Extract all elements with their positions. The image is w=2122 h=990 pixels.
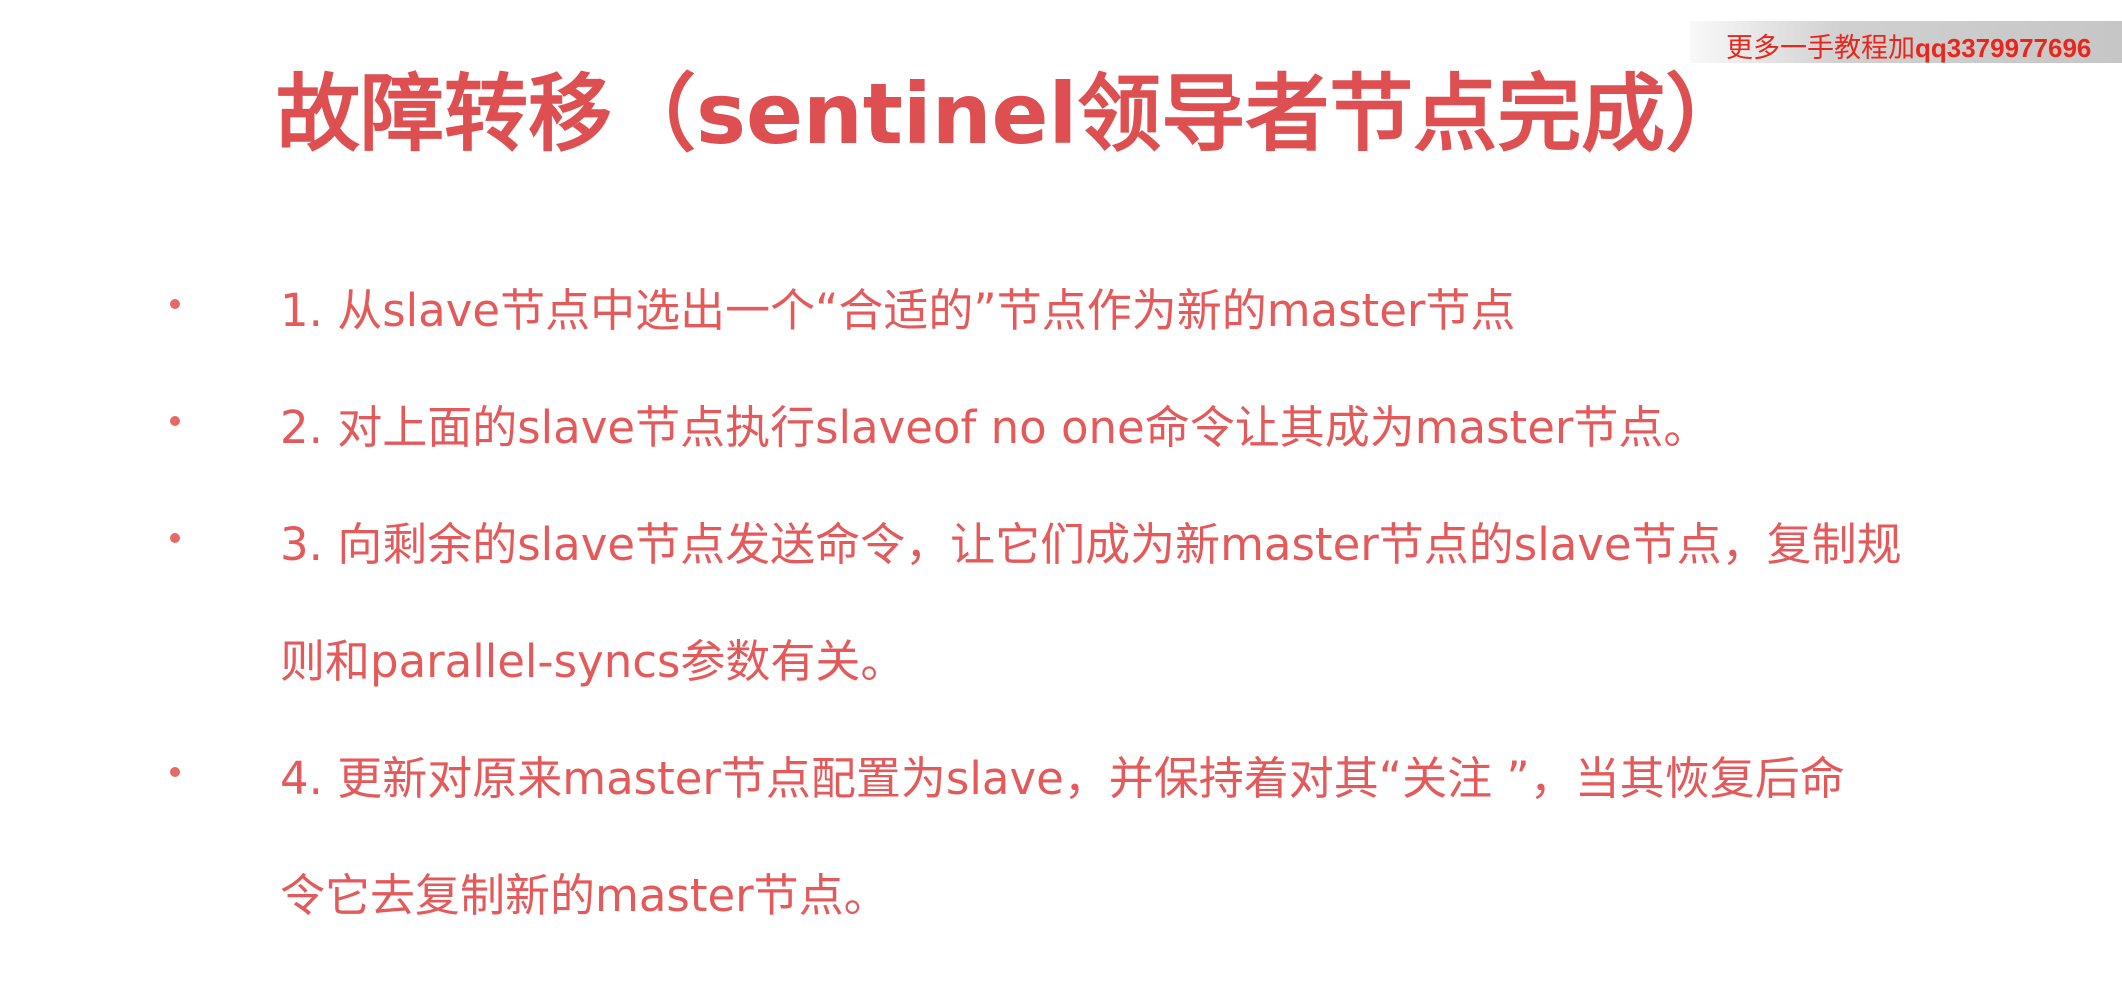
bullet-dot [170, 299, 180, 309]
list-item-text: 4. 更新对原来master节点配置为slave，并保持着对其“关注 ”，当其恢… [280, 752, 1845, 922]
list-item: 4. 更新对原来master节点配置为slave，并保持着对其“关注 ”，当其恢… [0, 720, 2000, 954]
watermark-prefix: 更多一手教程加 [1726, 33, 1915, 63]
bullet-dot [170, 767, 180, 777]
list-item-text: 3. 向剩余的slave节点发送命令，让它们成为新master节点的slave节… [280, 518, 1902, 688]
list-item: 2. 对上面的slave节点执行slaveof no one命令让其成为mast… [0, 369, 2000, 486]
bullet-dot [170, 533, 180, 543]
list-item-text: 1. 从slave节点中选出一个“合适的”节点作为新的master节点 [280, 284, 1516, 337]
watermark-banner: 更多一手教程加qq3379977696 [1690, 21, 2122, 63]
list-item-text: 2. 对上面的slave节点执行slaveof no one命令让其成为mast… [280, 401, 1709, 454]
watermark-contact: qq3379977696 [1915, 33, 2092, 63]
list-item: 3. 向剩余的slave节点发送命令，让它们成为新master节点的slave节… [0, 486, 2000, 720]
list-item: 1. 从slave节点中选出一个“合适的”节点作为新的master节点 [0, 252, 2000, 369]
slide-title: 故障转移（sentinel领导者节点完成） [276, 65, 1750, 163]
bullet-list: 1. 从slave节点中选出一个“合适的”节点作为新的master节点 2. 对… [0, 252, 2000, 954]
bullet-dot [170, 416, 180, 426]
watermark-text: 更多一手教程加qq3379977696 [1726, 35, 2091, 62]
